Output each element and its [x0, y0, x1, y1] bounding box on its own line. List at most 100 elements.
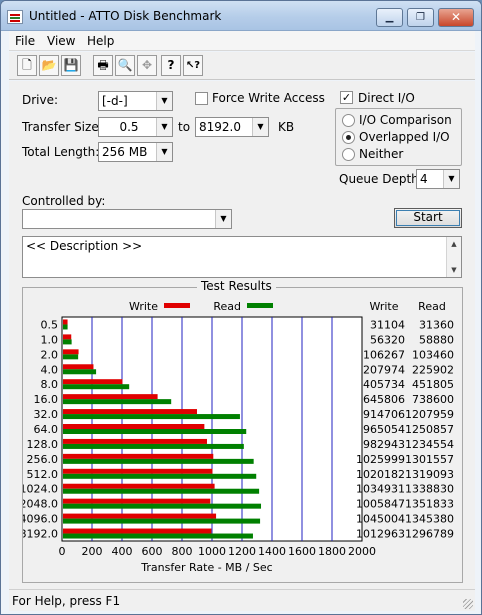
category-label: 16.0	[34, 393, 59, 406]
category-label: 0.5	[41, 318, 59, 331]
menu-file[interactable]: File	[15, 34, 35, 48]
x-tick-label: 2000	[348, 545, 376, 558]
write-value: 56320	[370, 333, 405, 346]
x-tick-label: 1800	[318, 545, 346, 558]
maximize-button[interactable]: ❐	[407, 8, 434, 27]
direct-io-checkbox[interactable]: ✓	[340, 91, 353, 104]
write-bar	[63, 424, 205, 429]
about-icon[interactable]: ?	[161, 55, 181, 76]
toolbar: 🗋 📂 💾 🖶 🔍 ✥ ? ↖?	[9, 52, 475, 80]
x-tick-label: 1200	[228, 545, 256, 558]
print-icon[interactable]: 🖶	[93, 55, 113, 76]
read-bar	[63, 399, 172, 405]
chevron-down-icon[interactable]: ▼	[156, 118, 172, 136]
overlapped-io-label: Overlapped I/O	[359, 130, 450, 144]
chevron-down-icon[interactable]: ▼	[215, 210, 231, 228]
legend-read-swatch	[247, 303, 273, 308]
app-icon	[7, 10, 23, 24]
description-scrollbar[interactable]: ▲ ▼	[446, 237, 461, 277]
transfer-from-value: 0.5	[119, 120, 139, 134]
print-preview-icon[interactable]: 🔍	[115, 55, 135, 76]
category-label: 32.0	[34, 408, 59, 421]
minimize-button[interactable]: ▁	[376, 8, 403, 27]
category-label: 4.0	[41, 363, 59, 376]
neither-radio[interactable]	[342, 148, 355, 161]
context-help-icon[interactable]: ↖?	[183, 55, 203, 76]
controlled-by-select[interactable]: ▼	[22, 209, 232, 229]
x-tick-label: 1000	[198, 545, 226, 558]
write-bar	[63, 453, 214, 459]
save-icon[interactable]: 💾	[61, 55, 81, 76]
read-value: 31360	[419, 318, 454, 331]
x-tick-label: 0	[59, 545, 66, 558]
read-value: 1296789	[405, 528, 454, 541]
results-chart: 0.5 1.0 2.0 4.0 8.0 16.0 32.0 64.0 128.0 256.0 512…	[20, 300, 455, 574]
overlapped-io-radio[interactable]	[342, 131, 355, 144]
write-value: 106267	[363, 348, 405, 361]
drive-label: Drive:	[22, 93, 59, 107]
title-bar[interactable]: Untitled - ATTO Disk Benchmark ▁ ❐ ✕	[1, 1, 481, 31]
close-button[interactable]: ✕	[438, 8, 474, 27]
queue-depth-value: 4	[420, 172, 428, 186]
force-write-checkbox[interactable]	[195, 92, 208, 105]
write-bar	[63, 483, 215, 489]
read-bar	[63, 414, 240, 420]
read-bar	[63, 339, 72, 345]
category-label: 256.0	[27, 453, 59, 466]
read-value: 1301557	[405, 453, 454, 466]
read-value: 1319093	[405, 468, 454, 481]
app-window: Untitled - ATTO Disk Benchmark ▁ ❐ ✕ Fil…	[0, 0, 482, 615]
queue-depth-select[interactable]: 4 ▼	[416, 169, 460, 189]
menu-view[interactable]: View	[47, 34, 75, 48]
description-box[interactable]: << Description >> ▲ ▼	[22, 236, 462, 278]
category-label: 2048.0	[23, 498, 58, 511]
test-results-group: Test Results 0.5 1.0 2.0 4.0 8.0 16.0 32.0 64.0…	[20, 279, 463, 583]
read-bar	[63, 518, 261, 524]
status-text: For Help, press F1	[12, 594, 121, 608]
client-area: Drive: [-d-] ▼ Force Write Access ✓ Dire…	[9, 81, 475, 589]
scroll-down-icon[interactable]: ▼	[447, 263, 461, 277]
read-bar	[63, 488, 260, 494]
chevron-down-icon[interactable]: ▼	[156, 92, 172, 110]
resize-grip[interactable]	[463, 599, 473, 609]
queue-depth-label: Queue Depth:	[339, 172, 423, 186]
drive-select[interactable]: [-d-] ▼	[98, 91, 173, 111]
drive-value: [-d-]	[102, 94, 128, 108]
chevron-down-icon[interactable]: ▼	[443, 170, 459, 188]
read-value: 451805	[412, 378, 454, 391]
x-tick-label: 1400	[258, 545, 286, 558]
transfer-to-select[interactable]: 8192.0 ▼	[195, 117, 269, 137]
open-icon[interactable]: 📂	[39, 55, 59, 76]
write-value: 1012963	[356, 528, 405, 541]
read-value: 58880	[419, 333, 454, 346]
total-length-select[interactable]: 256 MB ▼	[98, 142, 173, 162]
chevron-down-icon[interactable]: ▼	[252, 118, 268, 136]
write-value: 1025999	[356, 453, 405, 466]
transfer-to-value: 8192.0	[199, 120, 241, 134]
write-bar	[63, 468, 213, 474]
write-value: 405734	[363, 378, 405, 391]
x-tick-label: 400	[112, 545, 133, 558]
scroll-up-icon[interactable]: ▲	[447, 237, 461, 251]
new-icon[interactable]: 🗋	[17, 55, 37, 76]
legend-write-label: Write	[129, 300, 158, 313]
write-value: 1005847	[356, 498, 405, 511]
x-axis-label: Transfer Rate - MB / Sec	[140, 561, 272, 574]
menu-help[interactable]: Help	[87, 34, 114, 48]
chevron-down-icon[interactable]: ▼	[156, 143, 172, 161]
x-tick-label: 1600	[288, 545, 316, 558]
read-bar	[63, 369, 97, 375]
read-value: 1345380	[405, 513, 454, 526]
write-value: 914706	[363, 408, 405, 421]
io-comparison-radio[interactable]	[342, 114, 355, 127]
force-write-label: Force Write Access	[212, 91, 325, 105]
read-bar	[63, 354, 79, 360]
move-icon[interactable]: ✥	[137, 55, 157, 76]
write-bar	[63, 319, 68, 325]
transfer-from-select[interactable]: 0.5 ▼	[98, 117, 173, 137]
category-label: 1.0	[41, 333, 59, 346]
category-label: 512.0	[27, 468, 59, 481]
start-button[interactable]: Start	[394, 208, 462, 228]
category-label: 2.0	[41, 348, 59, 361]
category-label: 8.0	[41, 378, 59, 391]
